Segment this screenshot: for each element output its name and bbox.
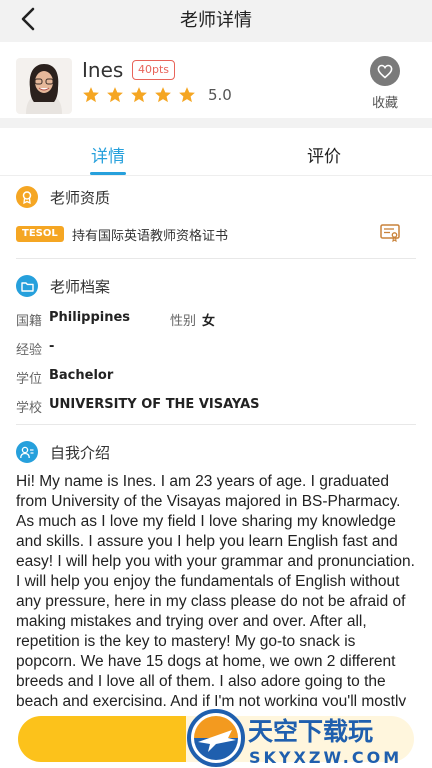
qualification-section-header: 老师资质 [16,186,110,208]
nationality-label: 国籍 [16,314,43,329]
site-watermark-logo: 天空下载玩 SKYXZW.COM [186,708,432,768]
rating-stars [82,86,196,104]
tab-reviews[interactable]: 评价 [307,142,341,167]
active-tab-indicator [90,172,126,175]
heart-icon [377,64,393,79]
experience-label: 经验 [16,343,43,358]
nationality-value: Philippines [49,310,131,325]
degree-label: 学位 [16,372,43,387]
folder-icon [16,275,38,297]
star-icon [131,87,147,103]
teacher-name: Ines [82,58,124,82]
gender-label: 性别 [170,314,197,329]
tab-details[interactable]: 详情 [91,142,125,167]
favorite-button[interactable] [370,56,400,86]
intro-section-header: 自我介绍 [16,441,110,463]
avatar-photo [16,58,72,114]
award-icon [16,186,38,208]
qualification-title: 老师资质 [50,188,111,207]
teacher-profile-card: Ines 40pts 5.0 收藏 [0,42,432,118]
intro-title: 自我介绍 [50,443,111,462]
detail-content[interactable]: 老师资质 TESOL 持有国际英语教师资格证书 老师档案 国籍 Philippi… [0,176,432,768]
certificate-text: 持有国际英语教师资格证书 [72,229,229,244]
teacher-avatar[interactable] [16,58,72,114]
star-icon [107,87,123,103]
profile-title: 老师档案 [50,277,111,296]
favorite-label: 收藏 [372,96,399,111]
school-value: UNIVERSITY OF THE VISAYAS [49,397,260,412]
points-badge: 40pts [132,60,176,80]
rating-score: 5.0 [208,86,232,104]
experience-value: - [49,339,55,354]
degree-value: Bachelor [49,368,114,383]
intro-text: Hi! My name is Ines. I am 23 years of ag… [16,473,415,730]
watermark-text-cn: 天空下载玩 [248,717,373,746]
certificate-icon[interactable] [380,224,400,246]
divider [16,258,416,259]
page-title: 老师详情 [180,10,252,31]
star-icon [83,87,99,103]
star-icon [155,87,171,103]
top-nav-bar: 老师详情 [0,0,432,40]
tab-bar: 详情 评价 [0,128,432,176]
user-card-icon [16,441,38,463]
watermark-logo-icon: 天空下载玩 SKYXZW.COM [186,708,432,768]
divider [16,424,416,425]
star-icon [179,87,195,103]
school-label: 学校 [16,401,43,416]
watermark-text-en: SKYXZW.COM [249,748,402,767]
gender-value: 女 [202,314,216,329]
profile-section-header: 老师档案 [16,275,110,297]
tesol-badge: TESOL [16,226,64,242]
